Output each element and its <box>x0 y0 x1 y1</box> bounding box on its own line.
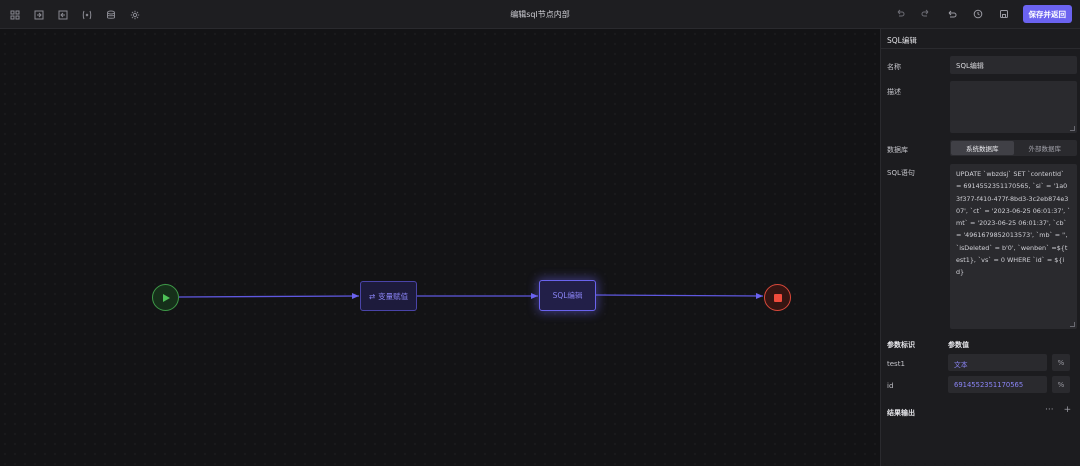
save-and-return-button[interactable]: 保存并返回 <box>1022 5 1072 23</box>
param-value-header: 参数值 <box>948 341 969 349</box>
param-key-header: 参数标识 <box>887 341 915 349</box>
variable-picker-button[interactable]: % <box>1052 376 1070 393</box>
percent-icon: % <box>1057 358 1065 367</box>
db-option-system[interactable]: 系统数据库 <box>951 141 1014 155</box>
toolbar-right-group: 保存并返回 <box>893 5 1072 23</box>
add-icon[interactable]: + <box>1064 405 1072 415</box>
swap-icon: ⇄ <box>368 291 376 301</box>
edge-sql-to-end <box>595 292 764 299</box>
save-icon[interactable] <box>997 6 1011 23</box>
db-option-external[interactable]: 外部数据库 <box>1014 141 1077 155</box>
start-node[interactable] <box>152 284 179 311</box>
description-textarea[interactable] <box>950 81 1077 133</box>
sql-value: UPDATE `wbzdsj` SET `contentId` = 691455… <box>956 170 1071 277</box>
sql-edit-node-label: SQL编辑 <box>552 291 583 300</box>
result-output-label: 结果输出 <box>887 409 915 417</box>
variable-picker-button[interactable]: % <box>1052 354 1070 371</box>
database-label: 数据库 <box>887 146 908 154</box>
param-key-id: id <box>887 382 894 390</box>
variable-assign-node-label: 变量赋值 <box>378 291 409 301</box>
end-node[interactable] <box>764 284 791 311</box>
name-input[interactable]: SQL编辑 <box>950 56 1077 74</box>
stop-icon <box>773 293 782 302</box>
edge-start-to-var <box>178 293 360 300</box>
play-icon <box>163 293 170 302</box>
flow-edges <box>178 292 764 300</box>
variable-assign-node[interactable]: ⇄ 变量赋值 <box>360 281 417 311</box>
properties-panel: SQL编辑 名称 SQL编辑 描述 数据库 系统数据库 外部数据库 SQL语句 … <box>880 29 1080 466</box>
resize-handle-icon[interactable] <box>1070 322 1075 327</box>
panel-title: SQL编辑 <box>887 36 917 45</box>
result-actions: ··· + <box>1045 405 1071 415</box>
name-label: 名称 <box>887 63 901 71</box>
sql-edit-node[interactable]: SQL编辑 <box>539 280 596 311</box>
top-toolbar: 编辑sql节点内部 保存并返回 <box>0 0 1080 29</box>
param-value-id[interactable]: 6914552351170565 <box>948 376 1047 393</box>
undo-icon[interactable] <box>893 6 907 23</box>
param-key-test1: test1 <box>887 360 905 368</box>
panel-divider <box>881 48 1080 49</box>
history-icon[interactable] <box>971 6 985 23</box>
revert-icon[interactable] <box>945 6 959 23</box>
description-label: 描述 <box>887 88 901 96</box>
redo-icon[interactable] <box>919 6 933 23</box>
resize-handle-icon[interactable] <box>1070 126 1075 131</box>
percent-icon: % <box>1057 380 1065 389</box>
database-selector: 系统数据库 外部数据库 <box>950 140 1077 156</box>
flow-canvas[interactable]: ⇄ 变量赋值 SQL编辑 <box>0 29 880 466</box>
sql-textarea[interactable]: UPDATE `wbzdsj` SET `contentId` = 691455… <box>950 164 1077 329</box>
sql-label: SQL语句 <box>887 169 915 177</box>
param-value-test1[interactable]: 文本 <box>948 354 1047 371</box>
more-icon[interactable]: ··· <box>1045 405 1054 415</box>
